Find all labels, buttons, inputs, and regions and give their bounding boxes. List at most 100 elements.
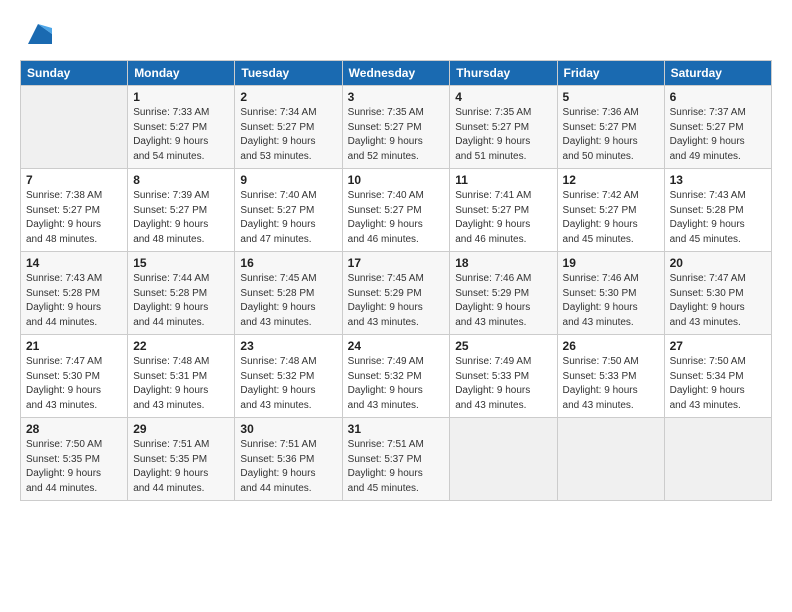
day-number: 3 (348, 90, 445, 104)
day-number: 5 (563, 90, 659, 104)
day-info: Sunrise: 7:48 AMSunset: 5:31 PMDaylight:… (133, 355, 229, 413)
calendar-header-sunday: Sunday (21, 61, 128, 86)
day-number: 1 (133, 90, 229, 104)
calendar-header-monday: Monday (128, 61, 235, 86)
day-info: Sunrise: 7:35 AMSunset: 5:27 PMDaylight:… (348, 106, 445, 164)
day-number: 28 (26, 422, 122, 436)
day-number: 11 (455, 173, 551, 187)
day-info: Sunrise: 7:36 AMSunset: 5:27 PMDaylight:… (563, 106, 659, 164)
calendar-body: 1 Sunrise: 7:33 AMSunset: 5:27 PMDaylight… (21, 86, 772, 501)
calendar-cell: 5 Sunrise: 7:36 AMSunset: 5:27 PMDaylight… (557, 86, 664, 169)
day-number: 27 (670, 339, 766, 353)
day-info: Sunrise: 7:49 AMSunset: 5:33 PMDaylight:… (455, 355, 551, 413)
day-number: 2 (240, 90, 336, 104)
calendar-cell: 15Sunrise: 7:44 AMSunset: 5:28 PMDayligh… (128, 252, 235, 335)
calendar-cell: 14 Sunrise: 7:43 AMSunset: 5:28 PMDayligh… (21, 252, 128, 335)
day-info: Sunrise: 7:42 AMSunset: 5:27 PMDaylight:… (563, 189, 659, 247)
calendar-cell: 24Sunrise: 7:49 AMSunset: 5:32 PMDayligh… (342, 335, 450, 418)
calendar-cell: 4 Sunrise: 7:35 AMSunset: 5:27 PMDaylight… (450, 86, 557, 169)
day-info: Sunrise: 7:40 AMSunset: 5:27 PMDaylight:… (240, 189, 336, 247)
calendar-cell: 25Sunrise: 7:49 AMSunset: 5:33 PMDayligh… (450, 335, 557, 418)
day-number: 14 (26, 256, 122, 270)
calendar-cell: 2 Sunrise: 7:34 AMSunset: 5:27 PMDaylight… (235, 86, 342, 169)
calendar-cell (450, 418, 557, 501)
day-number: 24 (348, 339, 445, 353)
calendar-header-friday: Friday (557, 61, 664, 86)
calendar-cell: 26 Sunrise: 7:50 AMSunset: 5:33 PMDayligh… (557, 335, 664, 418)
calendar-cell: 23 Sunrise: 7:48 AMSunset: 5:32 PMDayligh… (235, 335, 342, 418)
day-number: 10 (348, 173, 445, 187)
logo (20, 20, 52, 48)
day-info: Sunrise: 7:50 AMSunset: 5:33 PMDaylight:… (563, 355, 659, 413)
day-number: 12 (563, 173, 659, 187)
day-info: Sunrise: 7:40 AMSunset: 5:27 PMDaylight:… (348, 189, 445, 247)
day-number: 23 (240, 339, 336, 353)
day-info: Sunrise: 7:45 AMSunset: 5:28 PMDaylight:… (240, 272, 336, 330)
calendar-cell: 20 Sunrise: 7:47 AMSunset: 5:30 PMDayligh… (664, 252, 771, 335)
calendar-cell: 19 Sunrise: 7:46 AMSunset: 5:30 PMDayligh… (557, 252, 664, 335)
day-info: Sunrise: 7:33 AMSunset: 5:27 PMDaylight:… (133, 106, 229, 164)
calendar-cell: 13Sunrise: 7:43 AMSunset: 5:28 PMDayligh… (664, 169, 771, 252)
day-info: Sunrise: 7:37 AMSunset: 5:27 PMDaylight:… (670, 106, 766, 164)
calendar-week-row: 7 Sunrise: 7:38 AMSunset: 5:27 PMDaylight… (21, 169, 772, 252)
day-number: 9 (240, 173, 336, 187)
day-info: Sunrise: 7:39 AMSunset: 5:27 PMDaylight:… (133, 189, 229, 247)
calendar-cell: 29 Sunrise: 7:51 AMSunset: 5:35 PMDayligh… (128, 418, 235, 501)
calendar-cell: 28Sunrise: 7:50 AMSunset: 5:35 PMDayligh… (21, 418, 128, 501)
calendar-cell: 21 Sunrise: 7:47 AMSunset: 5:30 PMDayligh… (21, 335, 128, 418)
day-number: 18 (455, 256, 551, 270)
calendar-cell (664, 418, 771, 501)
calendar-week-row: 28Sunrise: 7:50 AMSunset: 5:35 PMDayligh… (21, 418, 772, 501)
calendar-cell: 22 Sunrise: 7:48 AMSunset: 5:31 PMDayligh… (128, 335, 235, 418)
day-number: 7 (26, 173, 122, 187)
calendar-cell: 6Sunrise: 7:37 AMSunset: 5:27 PMDaylight… (664, 86, 771, 169)
day-info: Sunrise: 7:35 AMSunset: 5:27 PMDaylight:… (455, 106, 551, 164)
logo-icon (24, 20, 52, 48)
page-header (20, 16, 772, 48)
calendar-header-row: SundayMondayTuesdayWednesdayThursdayFrid… (21, 61, 772, 86)
calendar-week-row: 1 Sunrise: 7:33 AMSunset: 5:27 PMDaylight… (21, 86, 772, 169)
calendar-week-row: 21 Sunrise: 7:47 AMSunset: 5:30 PMDayligh… (21, 335, 772, 418)
calendar-cell: 10 Sunrise: 7:40 AMSunset: 5:27 PMDayligh… (342, 169, 450, 252)
day-info: Sunrise: 7:41 AMSunset: 5:27 PMDaylight:… (455, 189, 551, 247)
day-info: Sunrise: 7:51 AMSunset: 5:37 PMDaylight:… (348, 438, 445, 496)
day-info: Sunrise: 7:34 AMSunset: 5:27 PMDaylight:… (240, 106, 336, 164)
day-number: 30 (240, 422, 336, 436)
day-info: Sunrise: 7:50 AMSunset: 5:34 PMDaylight:… (670, 355, 766, 413)
day-number: 17 (348, 256, 445, 270)
calendar-week-row: 14 Sunrise: 7:43 AMSunset: 5:28 PMDayligh… (21, 252, 772, 335)
day-number: 21 (26, 339, 122, 353)
calendar-cell: 12 Sunrise: 7:42 AMSunset: 5:27 PMDayligh… (557, 169, 664, 252)
calendar-cell: 17 Sunrise: 7:45 AMSunset: 5:29 PMDayligh… (342, 252, 450, 335)
day-info: Sunrise: 7:43 AMSunset: 5:28 PMDaylight:… (26, 272, 122, 330)
day-info: Sunrise: 7:47 AMSunset: 5:30 PMDaylight:… (26, 355, 122, 413)
calendar-table: SundayMondayTuesdayWednesdayThursdayFrid… (20, 60, 772, 501)
day-number: 13 (670, 173, 766, 187)
calendar-cell: 9 Sunrise: 7:40 AMSunset: 5:27 PMDaylight… (235, 169, 342, 252)
calendar-cell: 18Sunrise: 7:46 AMSunset: 5:29 PMDayligh… (450, 252, 557, 335)
day-info: Sunrise: 7:48 AMSunset: 5:32 PMDaylight:… (240, 355, 336, 413)
calendar-cell (557, 418, 664, 501)
calendar-cell: 3 Sunrise: 7:35 AMSunset: 5:27 PMDaylight… (342, 86, 450, 169)
day-number: 15 (133, 256, 229, 270)
calendar-cell: 1 Sunrise: 7:33 AMSunset: 5:27 PMDaylight… (128, 86, 235, 169)
day-info: Sunrise: 7:47 AMSunset: 5:30 PMDaylight:… (670, 272, 766, 330)
day-info: Sunrise: 7:38 AMSunset: 5:27 PMDaylight:… (26, 189, 122, 247)
day-number: 19 (563, 256, 659, 270)
day-info: Sunrise: 7:45 AMSunset: 5:29 PMDaylight:… (348, 272, 445, 330)
day-number: 29 (133, 422, 229, 436)
calendar-header-thursday: Thursday (450, 61, 557, 86)
day-number: 31 (348, 422, 445, 436)
calendar-cell: 11 Sunrise: 7:41 AMSunset: 5:27 PMDayligh… (450, 169, 557, 252)
day-info: Sunrise: 7:46 AMSunset: 5:30 PMDaylight:… (563, 272, 659, 330)
calendar-cell: 31 Sunrise: 7:51 AMSunset: 5:37 PMDayligh… (342, 418, 450, 501)
day-info: Sunrise: 7:51 AMSunset: 5:35 PMDaylight:… (133, 438, 229, 496)
day-number: 4 (455, 90, 551, 104)
day-number: 22 (133, 339, 229, 353)
calendar-cell: 30Sunrise: 7:51 AMSunset: 5:36 PMDayligh… (235, 418, 342, 501)
calendar-header-tuesday: Tuesday (235, 61, 342, 86)
day-number: 8 (133, 173, 229, 187)
day-number: 20 (670, 256, 766, 270)
calendar-cell: 27 Sunrise: 7:50 AMSunset: 5:34 PMDayligh… (664, 335, 771, 418)
day-number: 26 (563, 339, 659, 353)
